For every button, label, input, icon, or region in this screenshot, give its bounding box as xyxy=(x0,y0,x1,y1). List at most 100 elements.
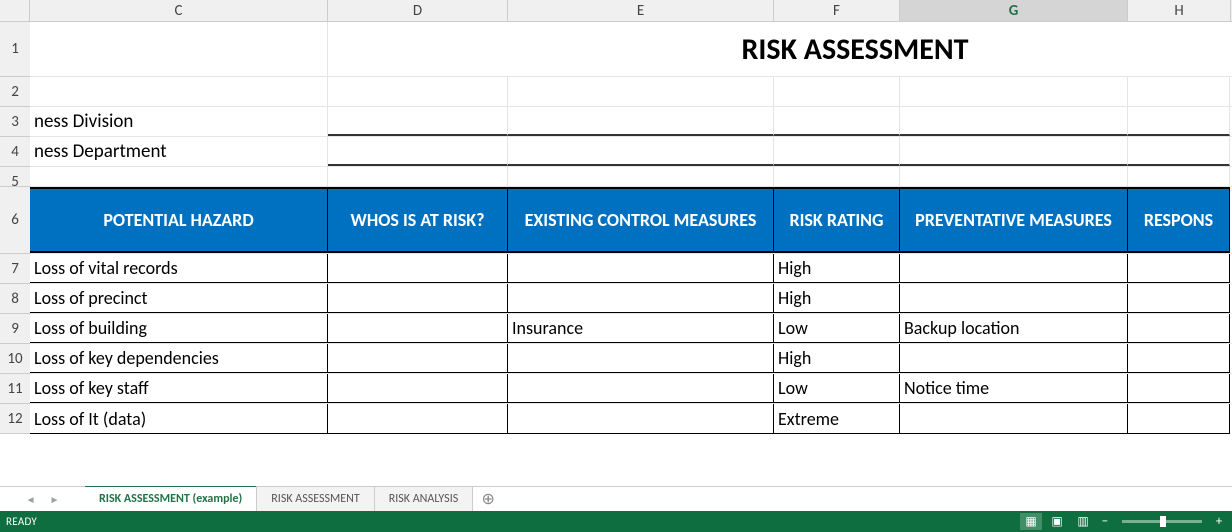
cell-G5[interactable] xyxy=(900,167,1128,186)
cell-F2[interactable] xyxy=(774,77,900,106)
cell-hazard-3[interactable]: Loss of key dependencies xyxy=(30,344,328,373)
cell-whos-0[interactable] xyxy=(328,254,508,283)
cell-H2[interactable] xyxy=(1128,77,1230,106)
cell-resp-0[interactable] xyxy=(1128,254,1230,283)
cell-H4[interactable] xyxy=(1128,137,1230,166)
cell-department-label[interactable]: ness Department xyxy=(30,137,328,166)
cell-controls-2[interactable]: Insurance xyxy=(508,314,774,343)
cell-D3[interactable] xyxy=(328,107,508,136)
cell-controls-3[interactable] xyxy=(508,344,774,373)
cell-prevent-0[interactable] xyxy=(900,254,1128,283)
sheet-title[interactable]: RISK ASSESSMENT xyxy=(328,22,1232,76)
cell-prevent-3[interactable] xyxy=(900,344,1128,373)
cell-controls-5[interactable] xyxy=(508,404,774,434)
cell-C5[interactable] xyxy=(30,167,328,186)
cell-resp-1[interactable] xyxy=(1128,284,1230,313)
tab-risk-analysis[interactable]: RISK ANALYSIS xyxy=(375,487,474,511)
add-sheet-button[interactable]: ⊕ xyxy=(473,487,503,511)
row-header-12[interactable]: 12 xyxy=(0,404,30,434)
cell-prevent-1[interactable] xyxy=(900,284,1128,313)
cell-hazard-2[interactable]: Loss of building xyxy=(30,314,328,343)
row-header-1[interactable]: 1 xyxy=(0,22,30,77)
tab-risk-assessment[interactable]: RISK ASSESSMENT xyxy=(257,487,374,511)
cell-rating-2[interactable]: Low xyxy=(774,314,900,343)
cell-D2[interactable] xyxy=(328,77,508,106)
cell-rating-3[interactable]: High xyxy=(774,344,900,373)
row-header-7[interactable]: 7 xyxy=(0,254,30,284)
view-page-break-icon[interactable]: ▥ xyxy=(1072,513,1094,530)
cell-controls-0[interactable] xyxy=(508,254,774,283)
tab-prev-icon[interactable]: ◄ xyxy=(26,493,36,506)
cell-whos-4[interactable] xyxy=(328,374,508,403)
cell-whos-3[interactable] xyxy=(328,344,508,373)
header-potential-hazard[interactable]: POTENTIAL HAZARD xyxy=(30,187,328,253)
tab-nav-arrows[interactable]: ◄ ► xyxy=(0,487,85,511)
header-existing-controls[interactable]: EXISTING CONTROL MEASURES xyxy=(508,187,774,253)
tab-risk-assessment-example[interactable]: RISK ASSESSMENT (example) xyxy=(85,487,257,511)
row-header-11[interactable]: 11 xyxy=(0,374,30,404)
tab-next-icon[interactable]: ► xyxy=(50,493,60,506)
cell-resp-3[interactable] xyxy=(1128,344,1230,373)
cell-prevent-5[interactable] xyxy=(900,404,1128,434)
col-header-C[interactable]: C xyxy=(30,0,328,21)
view-normal-icon[interactable]: ▦ xyxy=(1020,513,1042,530)
col-header-F[interactable]: F xyxy=(774,0,900,21)
cell-E5[interactable] xyxy=(508,167,774,186)
cell-hazard-1[interactable]: Loss of precinct xyxy=(30,284,328,313)
row-header-9[interactable]: 9 xyxy=(0,314,30,344)
cell-F5[interactable] xyxy=(774,167,900,186)
row-header-8[interactable]: 8 xyxy=(0,284,30,314)
cell-division-label[interactable]: ness Division xyxy=(30,107,328,136)
row-header-3[interactable]: 3 xyxy=(0,107,30,137)
cell-H3[interactable] xyxy=(1128,107,1230,136)
header-responsible[interactable]: RESPONS xyxy=(1128,187,1230,253)
row-header-10[interactable]: 10 xyxy=(0,344,30,374)
cell-H5[interactable] xyxy=(1128,167,1230,186)
cell-whos-2[interactable] xyxy=(328,314,508,343)
header-whos-at-risk[interactable]: WHOS IS AT RISK? xyxy=(328,187,508,253)
cells-area[interactable]: RISK ASSESSMENT ness Division n xyxy=(30,22,1232,434)
cell-resp-2[interactable] xyxy=(1128,314,1230,343)
row-header-2[interactable]: 2 xyxy=(0,77,30,107)
cell-rating-0[interactable]: High xyxy=(774,254,900,283)
col-header-H[interactable]: H xyxy=(1128,0,1231,21)
cell-hazard-5[interactable]: Loss of It (data) xyxy=(30,404,328,434)
cell-whos-1[interactable] xyxy=(328,284,508,313)
cell-E4[interactable] xyxy=(508,137,774,166)
row-header-4[interactable]: 4 xyxy=(0,137,30,167)
cell-F3[interactable] xyxy=(774,107,900,136)
col-header-E[interactable]: E xyxy=(508,0,774,21)
col-header-D[interactable]: D xyxy=(328,0,508,21)
row-header-6[interactable]: 6 xyxy=(0,187,30,254)
cell-rating-4[interactable]: Low xyxy=(774,374,900,403)
zoom-out-button[interactable]: − xyxy=(1098,514,1112,529)
cell-F4[interactable] xyxy=(774,137,900,166)
cell-controls-1[interactable] xyxy=(508,284,774,313)
cell-resp-4[interactable] xyxy=(1128,374,1230,403)
cell-rating-1[interactable]: High xyxy=(774,284,900,313)
cell-resp-5[interactable] xyxy=(1128,404,1230,434)
cell-G4[interactable] xyxy=(900,137,1128,166)
cell-whos-5[interactable] xyxy=(328,404,508,434)
header-risk-rating[interactable]: RISK RATING xyxy=(774,187,900,253)
zoom-in-button[interactable]: + xyxy=(1212,514,1226,529)
cell-C1[interactable] xyxy=(30,22,328,76)
cell-D4[interactable] xyxy=(328,137,508,166)
cell-E3[interactable] xyxy=(508,107,774,136)
zoom-slider[interactable] xyxy=(1122,520,1202,523)
cell-G3[interactable] xyxy=(900,107,1128,136)
cell-D5[interactable] xyxy=(328,167,508,186)
cell-rating-5[interactable]: Extreme xyxy=(774,404,900,434)
cell-hazard-4[interactable]: Loss of key staff xyxy=(30,374,328,403)
cell-hazard-0[interactable]: Loss of vital records xyxy=(30,254,328,283)
select-all-corner[interactable] xyxy=(0,0,30,21)
row-header-5[interactable]: 5 xyxy=(0,167,30,187)
view-page-layout-icon[interactable]: ▣ xyxy=(1046,513,1068,530)
cell-G2[interactable] xyxy=(900,77,1128,106)
cell-prevent-2[interactable]: Backup location xyxy=(900,314,1128,343)
col-header-G[interactable]: G xyxy=(900,0,1128,21)
cell-C2[interactable] xyxy=(30,77,328,106)
cell-controls-4[interactable] xyxy=(508,374,774,403)
cell-E2[interactable] xyxy=(508,77,774,106)
cell-prevent-4[interactable]: Notice time xyxy=(900,374,1128,403)
